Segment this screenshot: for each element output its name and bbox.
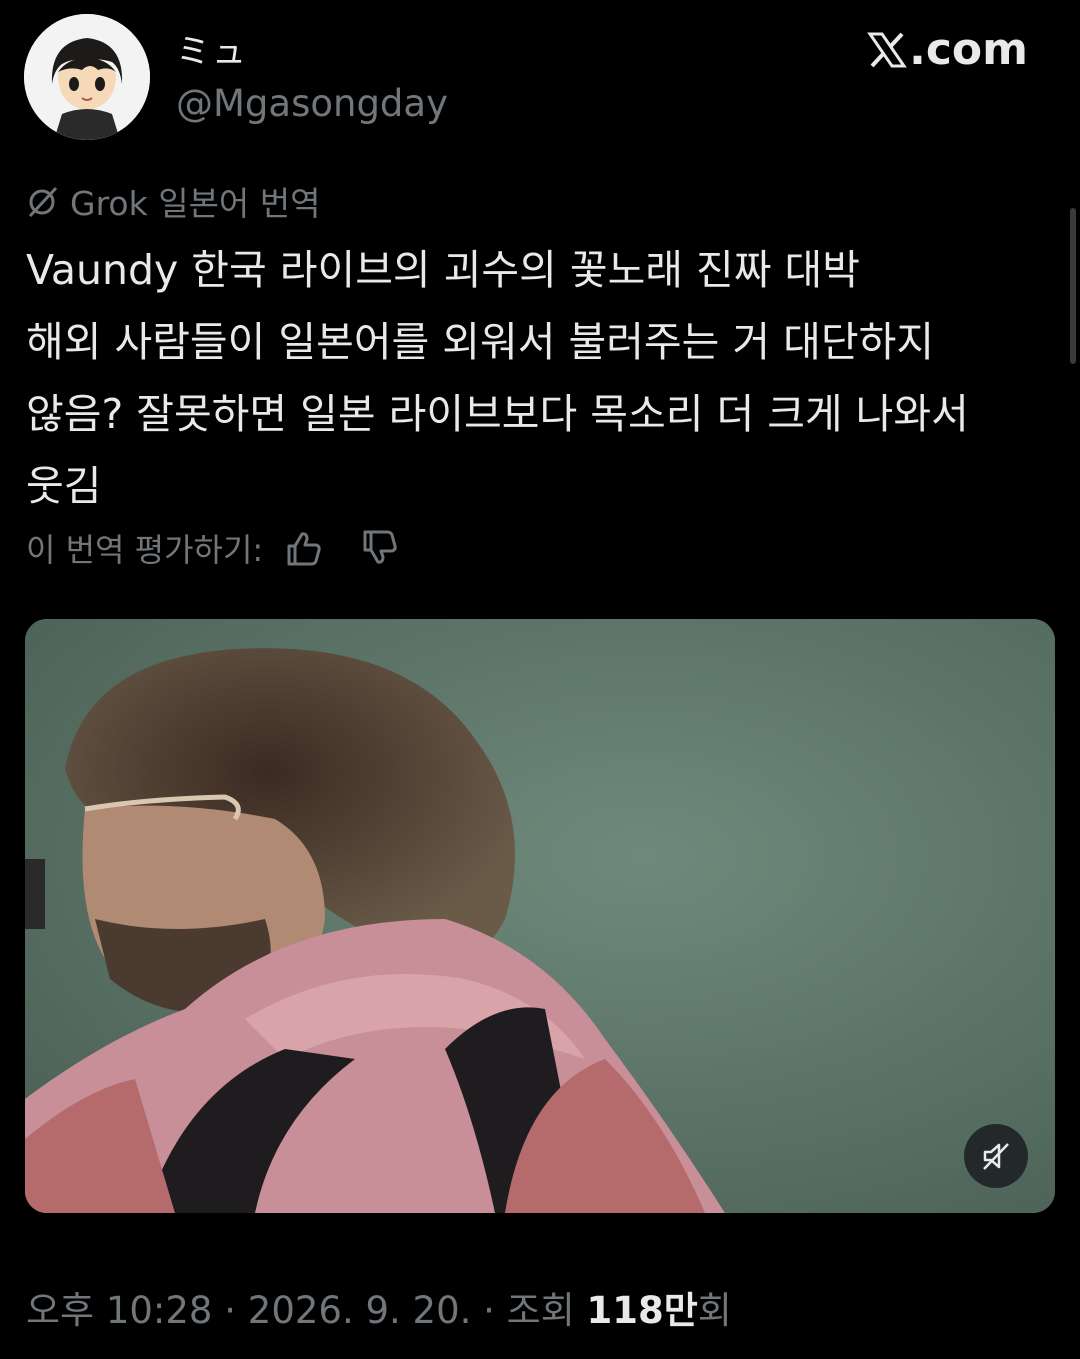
translation-label-text: Grok 일본어 번역 [70,184,321,223]
rate-translation: 이 번역 평가하기: [26,525,399,571]
video-frame [25,619,1055,1213]
views-count: 118만 [586,1289,698,1332]
thumbs-down-icon[interactable] [359,528,399,568]
x-com-brand: .com [867,24,1028,75]
scrollbar[interactable] [1070,208,1076,364]
rate-translation-label: 이 번역 평가하기: [26,531,264,569]
brand-domain: .com [909,24,1028,75]
tweet-text: Vaundy 한국 라이브의 괴수의 꽃노래 진짜 대박 해외 사람들이 일본어… [26,234,1066,522]
views-suffix: 회 [697,1289,732,1332]
avatar-illustration [24,14,150,140]
translation-label: Grok 일본어 번역 [26,177,321,225]
post-time[interactable]: 오후 10:28 [26,1289,212,1332]
mute-button[interactable] [964,1124,1028,1188]
tweet-text-line: 해외 사람들이 일본어를 외워서 불러주는 거 대단하지 [26,318,935,366]
thumbs-up-icon[interactable] [283,528,323,568]
views-label: 조회 [506,1289,587,1332]
tweet-metadata: 오후 10:28 · 2026. 9. 20. · 조회 118만회 [26,1280,732,1334]
separator: · [212,1289,248,1332]
display-name[interactable]: ミュ [176,24,248,73]
user-handle[interactable]: @Mgasongday [176,82,448,125]
x-logo-icon [867,32,907,67]
tweet-text-line: 않음? 잘못하면 일본 라이브보다 목소리 더 크게 나와서 [26,390,969,438]
muted-speaker-icon [983,1143,1009,1170]
post-date[interactable]: 2026. 9. 20. [248,1289,472,1332]
tweet-text-line: Vaundy 한국 라이브의 괴수의 꽃노래 진짜 대박 [26,246,860,294]
tweet-text-line: 웃김 [26,462,102,510]
separator: · [471,1289,507,1332]
grok-icon [28,186,58,218]
avatar[interactable] [24,14,150,140]
video-player[interactable] [25,619,1055,1213]
